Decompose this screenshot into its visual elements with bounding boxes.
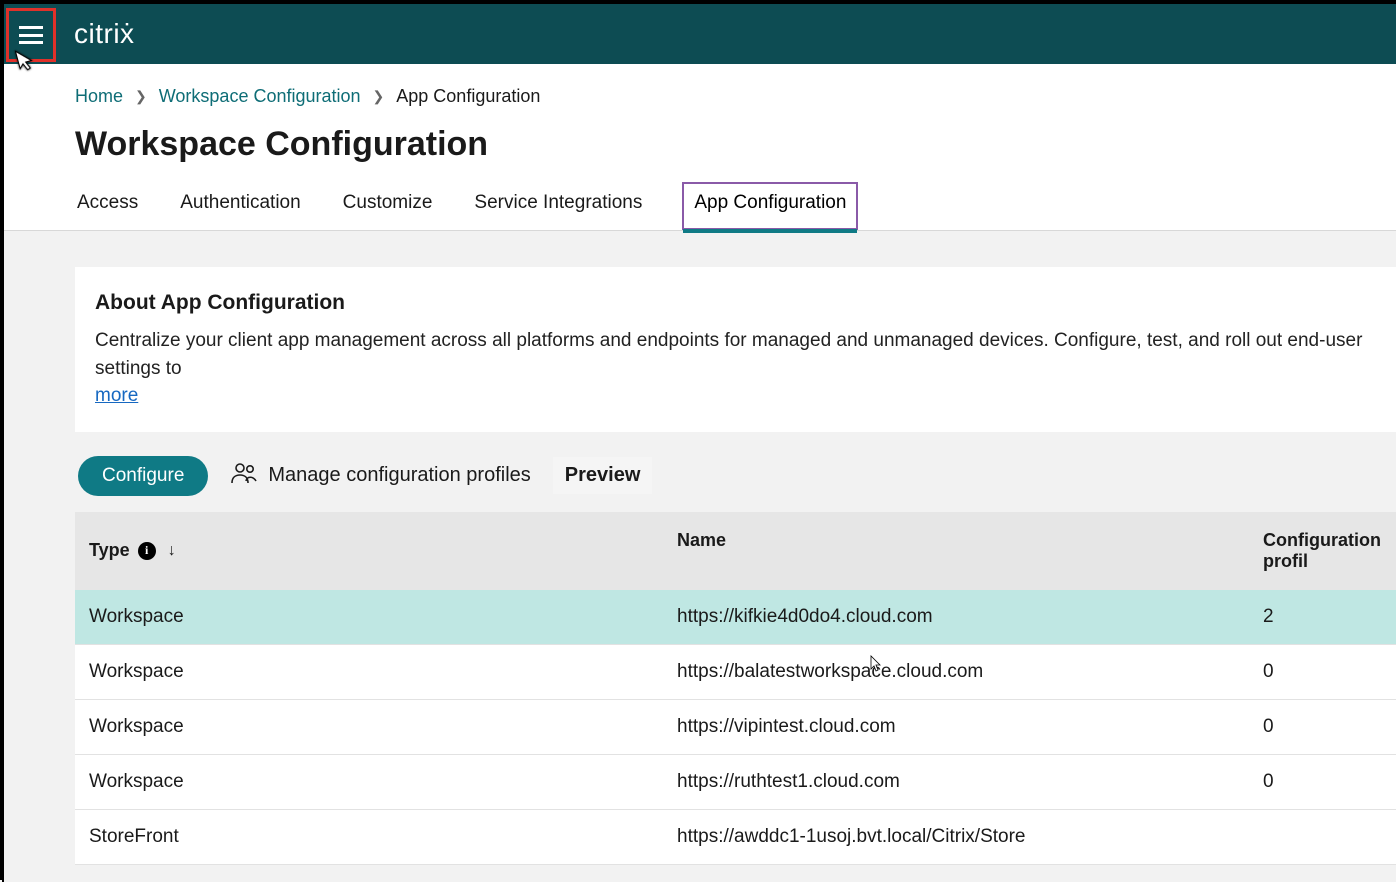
sort-down-icon[interactable]: ↓ xyxy=(168,542,176,560)
cell-profiles: 0 xyxy=(1263,771,1396,793)
about-panel: About App Configuration Centralize your … xyxy=(75,267,1396,432)
preview-button[interactable]: Preview xyxy=(553,457,653,494)
cell-name: https://ruthtest1.cloud.com xyxy=(677,771,1263,793)
column-name[interactable]: Name xyxy=(677,530,1263,572)
about-title: About App Configuration xyxy=(95,291,1396,315)
hamburger-icon xyxy=(19,26,43,44)
cell-profiles: 2 xyxy=(1263,606,1396,628)
cell-name: https://balatestworkspace.cloud.com xyxy=(677,661,1263,683)
tab-authentication[interactable]: Authentication xyxy=(178,182,302,230)
table-row[interactable]: Workspacehttps://vipintest.cloud.com0 xyxy=(75,700,1396,755)
info-icon[interactable]: i xyxy=(138,542,156,560)
breadcrumb-home[interactable]: Home xyxy=(75,86,123,107)
cell-type: Workspace xyxy=(89,606,677,628)
table-row[interactable]: Workspacehttps://ruthtest1.cloud.com0 xyxy=(75,755,1396,810)
config-table: Type i ↓ Name Configuration profil Works… xyxy=(75,512,1396,865)
people-icon xyxy=(230,461,258,491)
cell-type: Workspace xyxy=(89,661,677,683)
brand-logo: citriẋ xyxy=(74,18,135,50)
table-header: Type i ↓ Name Configuration profil xyxy=(75,512,1396,590)
tab-bar: Access Authentication Customize Service … xyxy=(4,182,1396,231)
page-title: Workspace Configuration xyxy=(4,107,1396,182)
more-link[interactable]: more xyxy=(95,385,138,406)
tab-service-integrations[interactable]: Service Integrations xyxy=(472,182,644,230)
chevron-right-icon: ❯ xyxy=(135,88,147,105)
cell-name: https://vipintest.cloud.com xyxy=(677,716,1263,738)
table-row[interactable]: StoreFronthttps://awddc1-1usoj.bvt.local… xyxy=(75,810,1396,865)
cell-type: Workspace xyxy=(89,716,677,738)
breadcrumb: Home ❯ Workspace Configuration ❯ App Con… xyxy=(4,64,1396,107)
tab-customize[interactable]: Customize xyxy=(341,182,435,230)
main-area: About App Configuration Centralize your … xyxy=(4,231,1396,882)
chevron-right-icon: ❯ xyxy=(373,88,385,105)
top-bar: citriẋ xyxy=(4,4,1396,64)
cell-type: Workspace xyxy=(89,771,677,793)
column-profiles[interactable]: Configuration profil xyxy=(1263,530,1396,572)
action-bar: Configure Manage configuration profiles … xyxy=(78,456,1396,496)
cell-name: https://awddc1-1usoj.bvt.local/Citrix/St… xyxy=(677,826,1263,848)
manage-profiles-label: Manage configuration profiles xyxy=(268,464,530,487)
column-type-label: Type xyxy=(89,540,130,561)
column-type[interactable]: Type i ↓ xyxy=(89,530,677,572)
menu-button-highlighted[interactable] xyxy=(6,8,56,62)
about-text: Centralize your client app management ac… xyxy=(95,330,1362,379)
cell-type: StoreFront xyxy=(89,826,677,848)
cell-profiles: 0 xyxy=(1263,661,1396,683)
content-area: Home ❯ Workspace Configuration ❯ App Con… xyxy=(4,64,1396,882)
cell-profiles: 0 xyxy=(1263,716,1396,738)
tab-access[interactable]: Access xyxy=(75,182,140,230)
table-row[interactable]: Workspacehttps://balatestworkspace.cloud… xyxy=(75,645,1396,700)
manage-profiles-link[interactable]: Manage configuration profiles xyxy=(230,461,530,491)
table-row[interactable]: Workspacehttps://kifkie4d0do4.cloud.com2 xyxy=(75,590,1396,645)
cursor-icon xyxy=(866,655,882,673)
configure-button[interactable]: Configure xyxy=(78,456,208,496)
breadcrumb-current: App Configuration xyxy=(396,86,540,107)
tab-app-configuration[interactable]: App Configuration xyxy=(682,182,858,230)
cell-name: https://kifkie4d0do4.cloud.com xyxy=(677,606,1263,628)
breadcrumb-workspace-config[interactable]: Workspace Configuration xyxy=(159,86,361,107)
about-description: Centralize your client app management ac… xyxy=(95,327,1396,410)
